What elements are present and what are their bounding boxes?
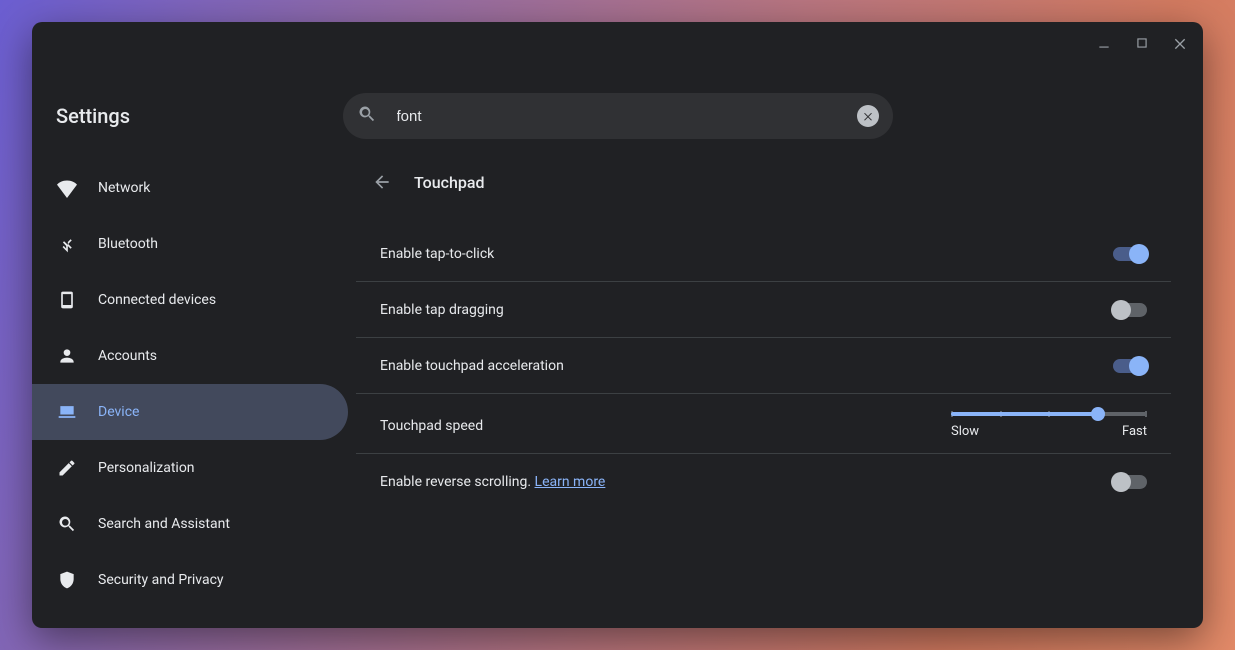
sidebar-item-label: Search and Assistant <box>98 516 230 532</box>
toggle-tap-to-click[interactable] <box>1113 247 1147 261</box>
speed-slider-block: Slow Fast <box>947 412 1147 439</box>
wifi-icon <box>56 178 78 198</box>
back-button[interactable] <box>372 172 392 192</box>
search-icon <box>357 104 377 128</box>
settings-window: Settings Network Bluetooth Connected devic… <box>32 22 1203 628</box>
setting-label: Enable tap dragging <box>380 302 504 318</box>
minimize-button[interactable] <box>1095 34 1113 52</box>
laptop-icon <box>56 402 78 422</box>
sidebar-item-label: Connected devices <box>98 292 216 308</box>
shield-icon <box>56 570 78 590</box>
minimize-icon <box>1097 36 1111 50</box>
header: Settings <box>32 78 1203 154</box>
search-icon <box>56 514 78 534</box>
sidebar-item-apps[interactable]: Apps <box>32 608 348 628</box>
sidebar-item-label: Network <box>98 180 150 196</box>
main-panel: Touchpad Enable tap-to-click Enable tap … <box>352 154 1203 628</box>
slider-label-slow: Slow <box>951 424 979 439</box>
search-input[interactable] <box>397 108 837 125</box>
close-icon <box>862 110 874 122</box>
settings-list: Enable tap-to-click Enable tap dragging … <box>356 226 1171 510</box>
sidebar-item-device[interactable]: Device <box>32 384 348 440</box>
sidebar-item-label: Bluetooth <box>98 236 158 252</box>
page-title: Touchpad <box>414 173 485 192</box>
sidebar-item-label: Security and Privacy <box>98 572 224 588</box>
toggle-reverse-scroll[interactable] <box>1113 475 1147 489</box>
learn-more-link[interactable]: Learn more <box>535 474 606 490</box>
sidebar-item-bluetooth[interactable]: Bluetooth <box>32 216 348 272</box>
sidebar-item-accounts[interactable]: Accounts <box>32 328 348 384</box>
sidebar-item-label: Accounts <box>98 348 157 364</box>
person-icon <box>56 346 78 366</box>
setting-acceleration: Enable touchpad acceleration <box>356 338 1171 394</box>
toggle-tap-dragging[interactable] <box>1113 303 1147 317</box>
toggle-acceleration[interactable] <box>1113 359 1147 373</box>
app-title: Settings <box>56 104 130 128</box>
maximize-icon <box>1135 36 1149 50</box>
bluetooth-icon <box>56 234 78 254</box>
search-bar[interactable] <box>343 93 893 139</box>
speed-slider[interactable] <box>951 412 1147 416</box>
setting-reverse-scroll: Enable reverse scrolling. Learn more <box>356 454 1171 510</box>
slider-label-fast: Fast <box>1122 424 1147 439</box>
speed-slider-thumb[interactable] <box>1091 407 1105 421</box>
sidebar-item-personalization[interactable]: Personalization <box>32 440 348 496</box>
pencil-icon <box>56 458 78 478</box>
sidebar-item-label: Personalization <box>98 460 195 476</box>
maximize-button[interactable] <box>1133 34 1151 52</box>
sidebar: Network Bluetooth Connected devices Account… <box>32 154 352 628</box>
sidebar-item-connected[interactable]: Connected devices <box>32 272 348 328</box>
clear-search-button[interactable] <box>857 105 879 127</box>
phone-icon <box>56 290 78 310</box>
back-arrow-icon <box>372 172 392 192</box>
setting-label: Enable touchpad acceleration <box>380 358 564 374</box>
setting-touchpad-speed: Touchpad speed Slow Fast <box>356 394 1171 454</box>
setting-label: Enable reverse scrolling. Learn more <box>380 474 605 490</box>
setting-label: Enable tap-to-click <box>380 246 494 262</box>
sidebar-item-network[interactable]: Network <box>32 160 348 216</box>
setting-tap-dragging: Enable tap dragging <box>356 282 1171 338</box>
sidebar-item-security[interactable]: Security and Privacy <box>32 552 348 608</box>
sidebar-item-search_assist[interactable]: Search and Assistant <box>32 496 348 552</box>
page-header: Touchpad <box>356 154 1171 210</box>
setting-tap-to-click: Enable tap-to-click <box>356 226 1171 282</box>
setting-label: Touchpad speed <box>380 418 483 434</box>
close-icon <box>1172 35 1188 51</box>
sidebar-item-label: Device <box>98 404 139 420</box>
titlebar <box>32 22 1203 64</box>
close-button[interactable] <box>1171 34 1189 52</box>
apps-icon <box>56 626 78 628</box>
